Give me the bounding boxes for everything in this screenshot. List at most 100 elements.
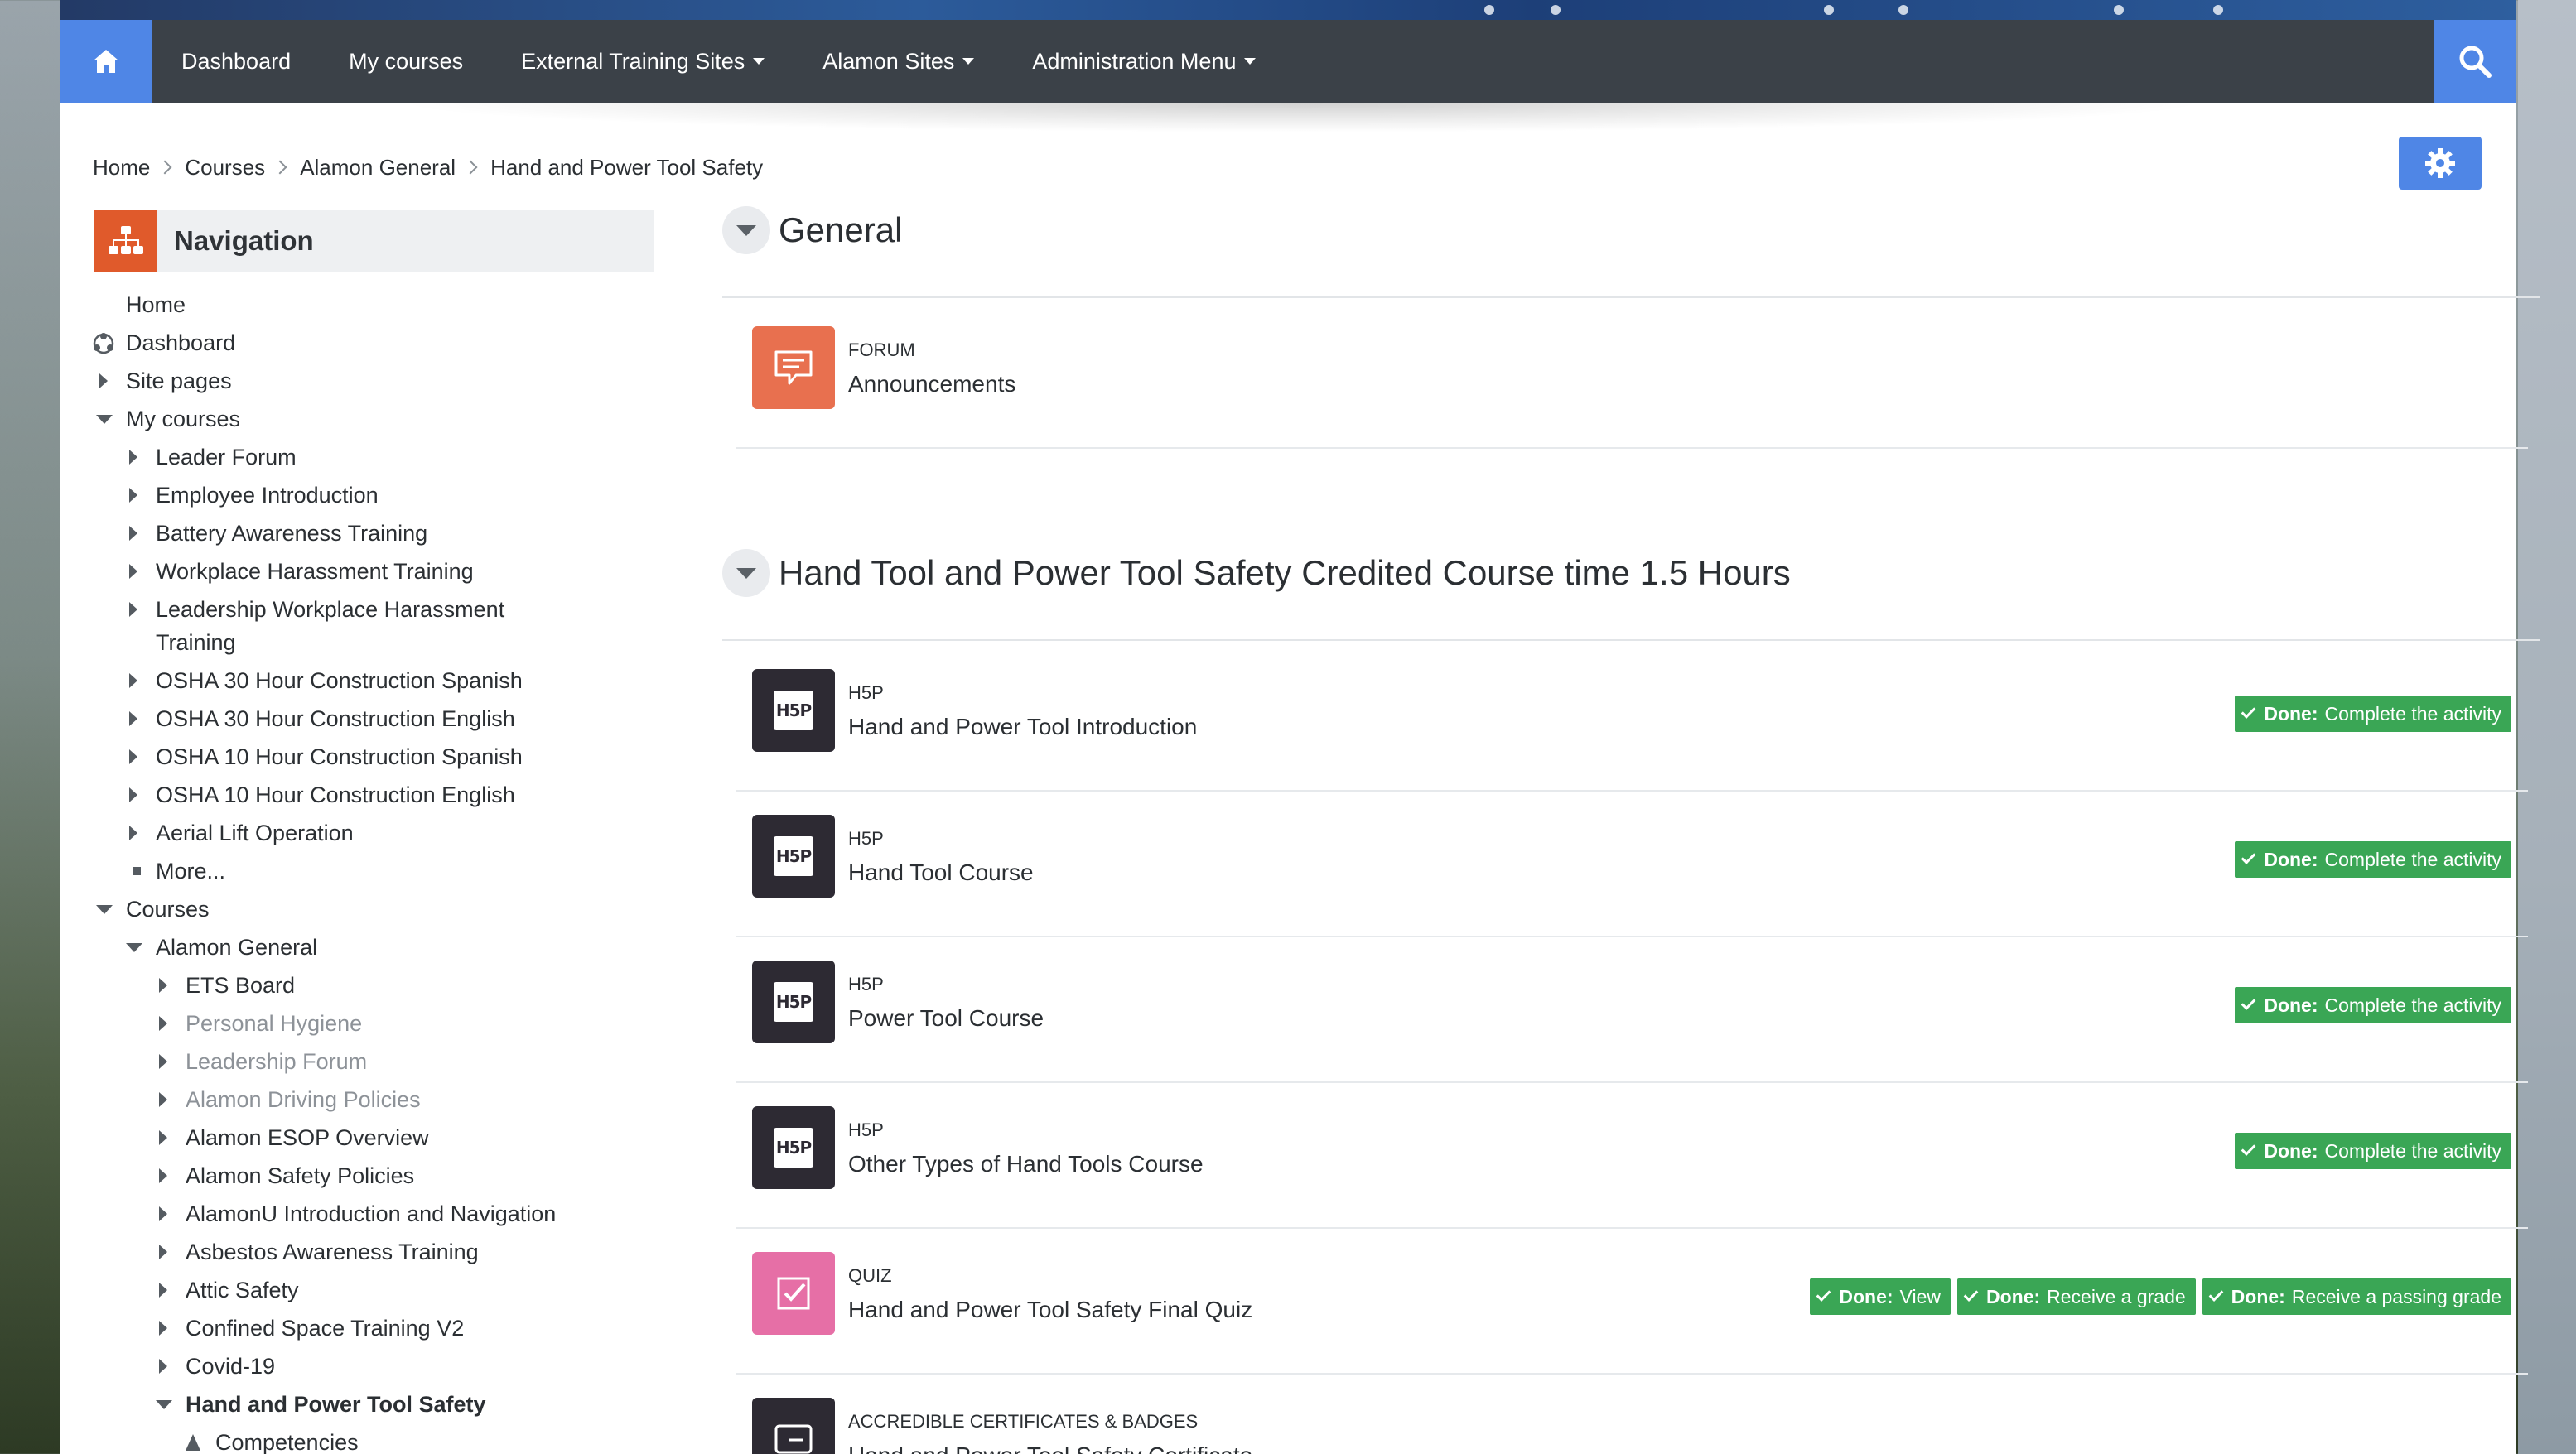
expand-arrow-icon[interactable] [159,1092,167,1107]
expand-arrow-icon[interactable] [159,978,167,993]
home-button[interactable] [60,20,152,103]
nav-tree-item-alamon-general[interactable]: Alamon General [156,931,317,964]
nav-item-dashboard[interactable]: Dashboard [152,20,320,103]
nav-item-my-courses[interactable]: My courses [320,20,492,103]
collapse-arrow-icon[interactable] [126,943,142,952]
breadcrumb-item-alamon-general[interactable]: Alamon General [300,155,456,181]
expand-arrow-icon[interactable] [129,602,137,617]
expand-arrow-icon[interactable] [129,787,137,802]
nav-tree-label: Alamon Driving Policies [186,1087,421,1112]
nav-tree-label: Site pages [126,368,232,393]
expand-arrow-icon[interactable] [159,1130,167,1145]
nav-tree-item-alamon-esop-overview[interactable]: Alamon ESOP Overview [186,1121,429,1154]
nav-item-external-training-sites[interactable]: External Training Sites [492,20,794,103]
expand-arrow-icon[interactable] [159,1054,167,1069]
nav-tree-item-site-pages[interactable]: Site pages [126,364,232,397]
expand-arrow-icon[interactable] [129,488,137,503]
expand-arrow-icon[interactable] [159,1245,167,1259]
nav-tree-item-ets-board[interactable]: ETS Board [186,969,295,1002]
nav-tree-label: Competencies [215,1430,359,1454]
section-divider [722,296,2540,298]
expand-arrow-icon[interactable] [129,826,137,840]
expand-arrow-icon[interactable] [129,749,137,764]
nav-tree-item-more[interactable]: More... [156,855,225,888]
expand-arrow-icon[interactable] [159,1359,167,1374]
nav-tree-item-alamon-driving-policies[interactable]: Alamon Driving Policies [186,1083,421,1116]
nav-tree-item-leadership-forum[interactable]: Leadership Forum [186,1045,367,1078]
nav-tree-item-leadership-workplace-harassment[interactable]: Leadership Workplace Harassment Training [156,593,504,659]
activity-announcements: FORUM Announcements [736,303,2528,449]
course-settings-button[interactable] [2399,137,2482,190]
nav-tree-item-battery-awareness-training[interactable]: Battery Awareness Training [156,517,427,550]
nav-tree-item-courses[interactable]: Courses [126,893,210,926]
expand-arrow-icon[interactable] [159,1016,167,1031]
nav-tree-item-osha-10-hour-construction-spanish[interactable]: OSHA 10 Hour Construction Spanish [156,740,523,773]
nav-tree-item-leader-forum[interactable]: Leader Forum [156,441,297,474]
activity-link[interactable]: Hand and Power Tool Safety Final Quiz [848,1297,1252,1323]
banner-light-dot [2213,5,2223,15]
search-button[interactable] [2434,20,2516,103]
collapse-arrow-icon[interactable] [156,1400,172,1409]
nav-tree-label: Attic Safety [186,1278,299,1302]
section-collapse-button[interactable] [722,549,770,597]
nav-tree-item-home[interactable]: Home [126,288,186,321]
collapse-arrow-icon[interactable] [96,905,113,914]
expand-arrow-icon[interactable] [159,1206,167,1221]
nav-tree-item-aerial-lift-operation[interactable]: Aerial Lift Operation [156,816,354,850]
breadcrumb-item-courses[interactable]: Courses [185,155,265,181]
breadcrumb-item-home[interactable]: Home [93,155,150,181]
nav-tree-label: OSHA 10 Hour Construction Spanish [156,744,523,769]
expand-arrow-icon[interactable] [159,1283,167,1298]
nav-item-administration-menu[interactable]: Administration Menu [1003,20,1285,103]
nav-tree-item-osha-10-hour-construction-english[interactable]: OSHA 10 Hour Construction English [156,778,515,811]
collapse-arrow-icon[interactable] [96,415,113,424]
expand-arrow-icon[interactable] [159,1321,167,1336]
nav-item-alamon-sites[interactable]: Alamon Sites [794,20,1003,103]
nav-tree-label: Confined Space Training V2 [186,1316,465,1341]
activity-link[interactable]: Hand and Power Tool Safety Certificate [848,1442,1252,1454]
activity-link[interactable]: Other Types of Hand Tools Course [848,1151,1204,1177]
activity-link[interactable]: Hand and Power Tool Introduction [848,714,1197,740]
nav-tree-label: OSHA 30 Hour Construction Spanish [156,668,523,693]
section-title: General [779,210,903,249]
nav-tree-item-osha-30-hour-construction-english[interactable]: OSHA 30 Hour Construction English [156,702,515,735]
nav-tree-item-attic-safety[interactable]: Attic Safety [186,1273,299,1307]
nav-tree-item-dashboard[interactable]: Dashboard [126,326,235,359]
activity-hand-tool-course: H5P H5P Hand Tool Course Done: Complete the … [736,792,2528,937]
expand-arrow-icon[interactable] [129,526,137,541]
completion-badge: Done: Receive a passing grade [2202,1278,2511,1315]
activity-link[interactable]: Hand Tool Course [848,859,1034,886]
expand-arrow-icon[interactable] [129,450,137,465]
nav-tree-item-workplace-harassment-training[interactable]: Workplace Harassment Training [156,555,474,588]
nav-tree-label: Hand and Power Tool Safety [186,1392,486,1417]
nav-tree-item-asbestos-awareness-training[interactable]: Asbestos Awareness Training [186,1235,479,1269]
expand-arrow-icon[interactable] [99,373,108,388]
nav-tree-item-alamon-safety-policies[interactable]: Alamon Safety Policies [186,1159,414,1192]
section-collapse-button[interactable] [722,206,770,254]
nav-item-label: External Training Sites [521,48,745,74]
nav-tree-item-alamonu-introduction-and-navigation[interactable]: AlamonU Introduction and Navigation [186,1197,556,1230]
completion-status: Done: Complete the activity [2235,1133,2511,1169]
nav-tree-item-personal-hygiene[interactable]: Personal Hygiene [186,1007,362,1040]
nav-tree-item-employee-introduction[interactable]: Employee Introduction [156,479,379,512]
activity-link[interactable]: Power Tool Course [848,1005,1044,1032]
breadcrumb: Home Courses Alamon General Hand and Power … [93,149,763,185]
nav-tree-item-competencies[interactable]: Competencies [215,1426,359,1454]
activity-link[interactable]: Announcements [848,371,1015,397]
expand-arrow-icon[interactable] [129,564,137,579]
expand-arrow-icon[interactable] [159,1168,167,1183]
expand-arrow-icon[interactable] [129,711,137,726]
nav-tree-item-covid-19[interactable]: Covid-19 [186,1350,275,1383]
nav-tree-item-hand-and-power-tool-safety[interactable]: Hand and Power Tool Safety [186,1388,486,1421]
nav-tree-label: Asbestos Awareness Training [186,1240,479,1264]
expand-arrow-icon[interactable] [129,673,137,688]
completion-badge: Done: View [1810,1278,1951,1315]
activity-hand-and-power-tool-safety-final-quiz: QUIZ Hand and Power Tool Safety Final Qui… [736,1229,2528,1375]
caret-down-icon [962,58,975,65]
activity-type: QUIZ [848,1265,892,1286]
nav-tree-item-osha-30-hour-construction-spanish[interactable]: OSHA 30 Hour Construction Spanish [156,664,523,697]
top-navbar: Dashboard My courses External Training Sit… [60,20,2516,103]
nav-tree-item-my-courses[interactable]: My courses [126,402,240,436]
activity-type: FORUM [848,339,915,360]
nav-tree-item-confined-space-training-v2[interactable]: Confined Space Training V2 [186,1312,464,1345]
